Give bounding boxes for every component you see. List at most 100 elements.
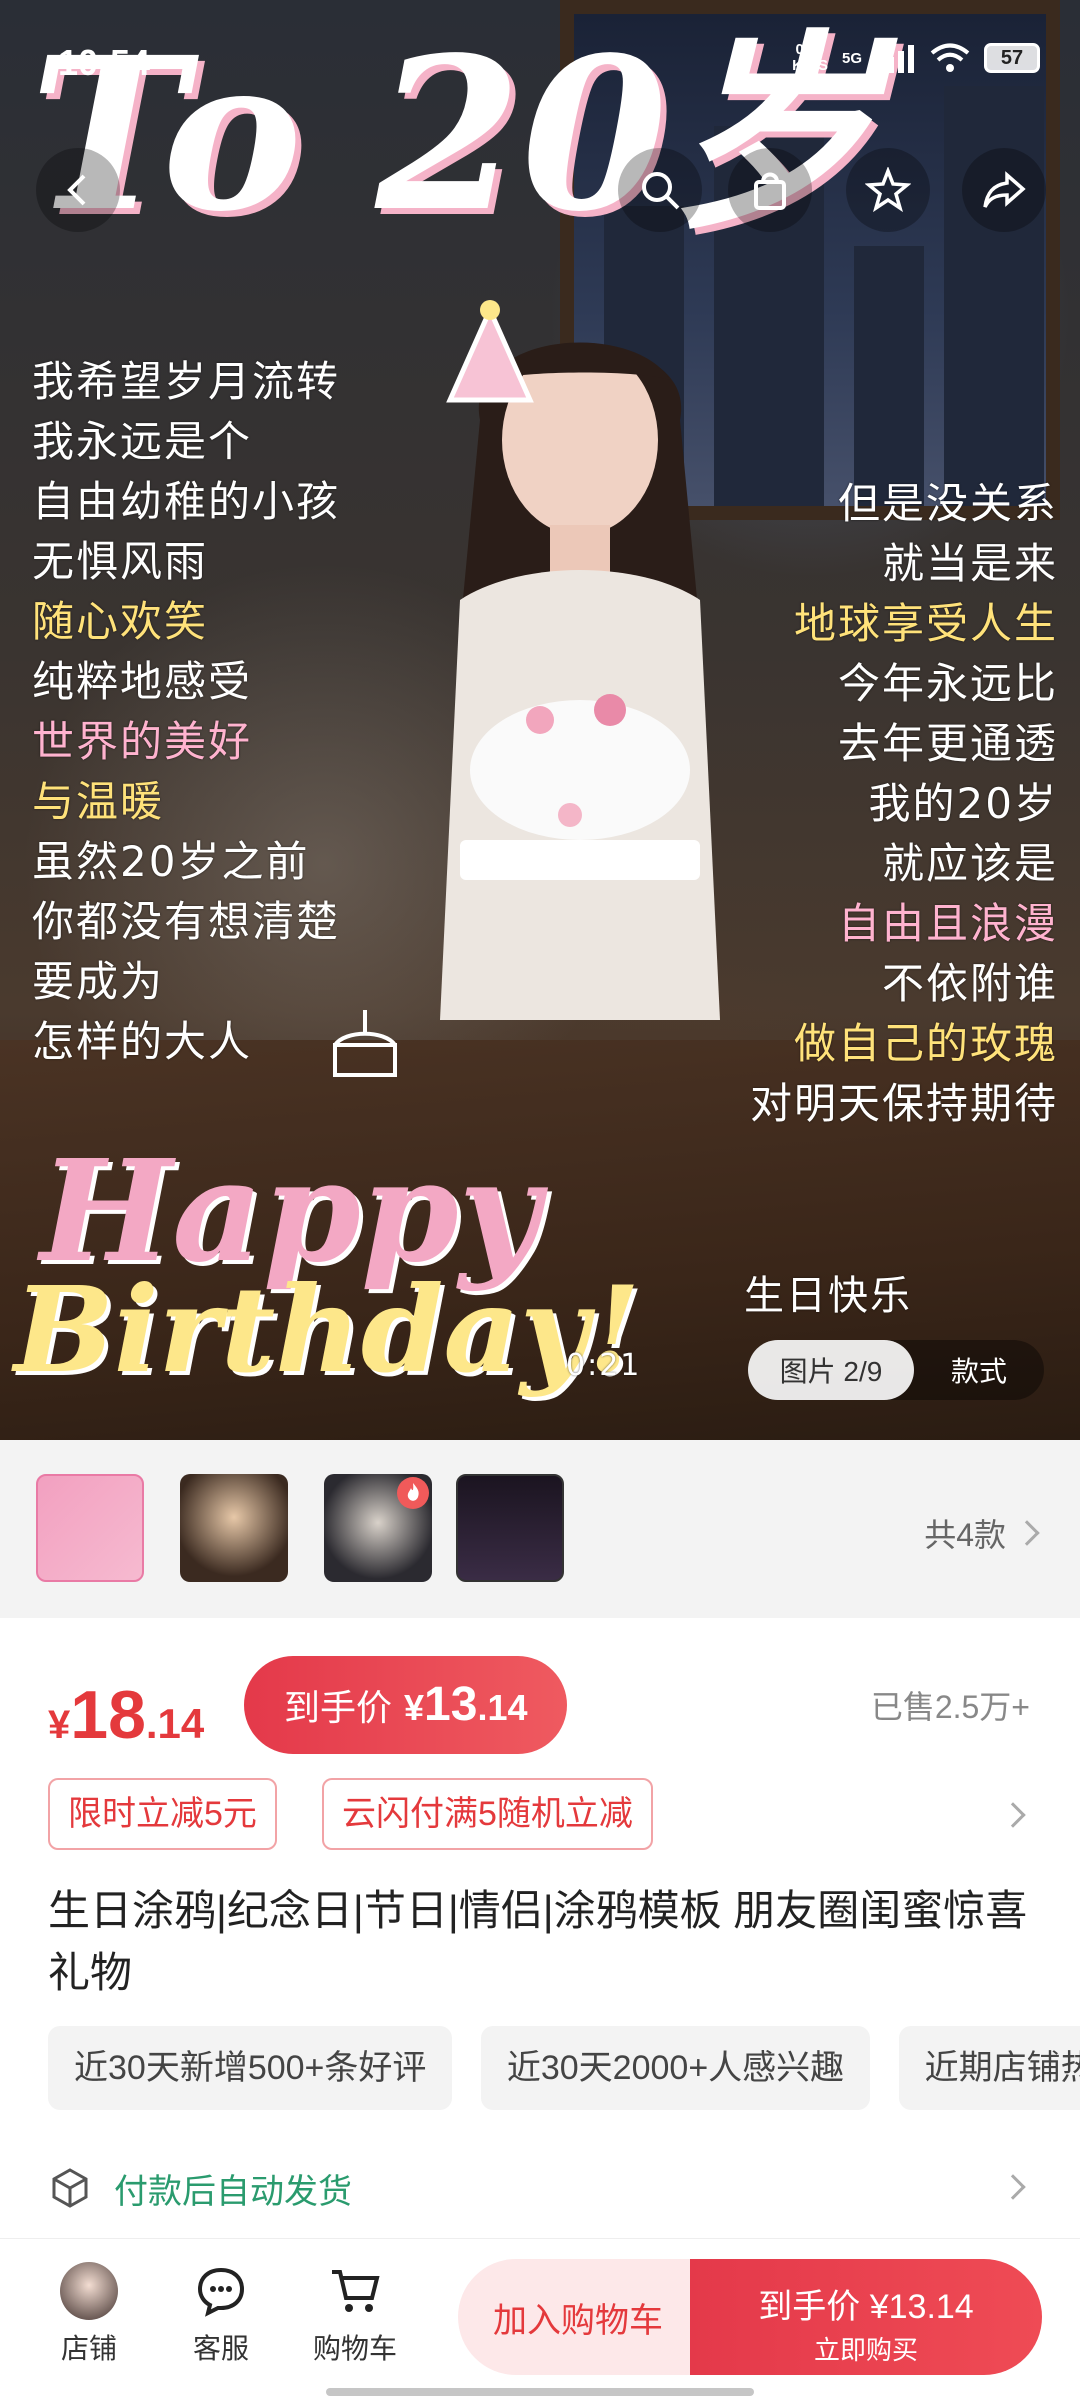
poem-line: 但是没关系 [837, 479, 1058, 528]
store-button[interactable]: 店铺 [34, 2261, 144, 2367]
service-label: 客服 [192, 2333, 249, 2364]
shopping-cart-icon [332, 2270, 380, 2312]
poem-line: 去年更通透 [837, 719, 1058, 768]
variant-count: 共4款 [924, 1517, 1006, 1553]
poem-line: 你都没有想清楚 [32, 897, 341, 946]
tag-item[interactable]: 近30天新增500+条好评 [48, 2026, 453, 2110]
shopping-bag-icon [754, 172, 786, 210]
poem-line: 与温暖 [32, 777, 165, 826]
cake-doodle-icon [333, 1010, 397, 1077]
poem-line: 纯粹地感受 [32, 657, 253, 706]
price: ¥ 18 .14 [48, 1676, 204, 1754]
poem-line: 世界的美好 [32, 717, 253, 766]
chat-bubble-icon [197, 2267, 245, 2317]
network-type: 5G [841, 49, 862, 67]
product-info: ¥ 18 .14 到手价 ¥13.14 已售2.5万+ 限时立减5元 云闪付满5… [0, 1618, 1080, 2238]
battery-icon: 57 [984, 43, 1040, 73]
promo-chevron-icon[interactable] [1000, 1802, 1026, 1828]
wifi-icon [930, 43, 970, 72]
add-to-cart-button[interactable]: 加入购物车 [458, 2259, 698, 2375]
back-button[interactable] [36, 148, 120, 232]
product-title: 生日涂鸦|纪念日|节日|情侣|涂鸦模板 朋友圈闺蜜惊喜礼物 [48, 1887, 1028, 1996]
promo-tag-2[interactable]: 云闪付满5随机立减 [322, 1778, 653, 1850]
variant-thumb-2[interactable] [180, 1474, 288, 1582]
promo-tag-1[interactable]: 限时立减5元 [48, 1778, 277, 1850]
poem-line: 自由且浪漫 [837, 899, 1058, 948]
tag-item[interactable]: 近30天2000+人感兴趣 [480, 2026, 871, 2110]
final-price-integer: 13 [424, 1678, 478, 1731]
hot-badge-icon [397, 1477, 429, 1509]
poem-line: 自由幼稚的小孩 [32, 477, 341, 526]
poem-line: 我的20岁 [868, 779, 1058, 828]
variant-thumb-4[interactable] [456, 1474, 564, 1582]
favorite-button[interactable] [846, 148, 930, 232]
buy-now-price: 到手价 ¥13.14 [758, 2288, 974, 2326]
poem-line: 就当是来 [881, 539, 1058, 588]
poem-left: 我希望岁月流转 我永远是个自由幼稚的小孩 无惧风雨随心欢笑纯粹地感受世界的美好与温暖… [32, 352, 340, 1072]
poem-line: 地球享受人生 [793, 599, 1058, 648]
chevron-left-icon [67, 174, 86, 206]
star-icon [865, 167, 911, 213]
sticker-birthday-text: 生日快乐 [744, 1273, 912, 1319]
search-icon [642, 172, 680, 210]
final-price-amount: ¥13.14 [404, 1656, 527, 1757]
cell-signal-icon [878, 45, 914, 73]
price-currency: ¥ [48, 1703, 71, 1747]
variant-more-button[interactable]: 共4款 [924, 1510, 1040, 1556]
doodle-birthday: Birthday! [14, 1260, 641, 1399]
bottom-action-bar: 店铺 客服 购物车 加入购物车 到手价 ¥13.14 立即购买 [0, 2238, 1080, 2400]
service-button[interactable]: 客服 [166, 2261, 276, 2367]
cart-nav-button[interactable]: 购物车 [300, 2261, 410, 2367]
share-icon [983, 171, 1026, 208]
poem-line: 今年永远比 [837, 659, 1058, 708]
network-speed-unit: KB/S [792, 57, 828, 74]
poem-line: 无惧风雨 [32, 537, 209, 586]
image-counter[interactable]: 图片 2/9 [748, 1340, 914, 1400]
poem-right: 但是没关系就当是来地球享受人生今年永远比去年更通透我的20岁就应该是自由且浪漫不… [750, 474, 1058, 1134]
status-icons: 0.00 KB/S 5G 57 [792, 42, 1040, 74]
network-speed-value: 0.00 [795, 41, 825, 58]
video-time-mark: 0:21 [566, 1348, 642, 1383]
network-speed: 0.00 KB/S [792, 42, 828, 74]
poem-line: 不依附谁 [881, 959, 1058, 1008]
poem-line: 做自己的玫瑰 [793, 1019, 1058, 1068]
share-button[interactable] [962, 148, 1046, 232]
variant-thumb-1[interactable] [36, 1474, 144, 1582]
image-counter-pill[interactable]: 图片 2/9 款式 [748, 1340, 1044, 1400]
party-hat-icon [446, 300, 534, 403]
final-price-label: 到手价 [284, 1687, 393, 1728]
poem-line: 就应该是 [881, 839, 1058, 888]
cart-label: 购物车 [312, 2333, 397, 2364]
tag-item[interactable]: 近期店铺热卖 [898, 2026, 1080, 2110]
poem-line: 虽然20岁之前 [32, 837, 310, 886]
poem-line: 我永远是个 [32, 417, 253, 466]
shipping-row[interactable]: 付款后自动发货 [48, 2158, 1038, 2218]
package-icon [52, 2168, 88, 2208]
store-label: 店铺 [60, 2333, 117, 2364]
buy-now-button[interactable]: 到手价 ¥13.14 立即购买 [690, 2259, 1042, 2375]
shipping-text: 付款后自动发货 [114, 2172, 352, 2211]
status-bar: 10:54 0.00 KB/S 5G 57 [0, 0, 1080, 120]
chevron-right-icon [1014, 1520, 1040, 1546]
style-tab[interactable]: 款式 [914, 1350, 1044, 1390]
poem-line: 怎样的大人 [32, 1017, 253, 1066]
sold-count: 已售2.5万+ [870, 1689, 1030, 1725]
final-price-currency: ¥ [404, 1687, 425, 1728]
price-decimal: .14 [145, 1700, 205, 1747]
variant-thumb-3[interactable] [324, 1474, 432, 1582]
poem-line: 要成为 [32, 957, 165, 1006]
poem-line: 对明天保持期待 [749, 1079, 1058, 1128]
store-avatar [59, 2261, 119, 2321]
search-button[interactable] [618, 148, 702, 232]
price-integer: 18 [70, 1677, 146, 1753]
poem-line: 随心欢笑 [32, 597, 209, 646]
final-price-badge: 到手价 ¥13.14 [244, 1656, 568, 1757]
home-indicator[interactable] [326, 2388, 754, 2396]
status-time: 10:54 [58, 42, 151, 83]
shop-bag-button[interactable] [728, 148, 812, 232]
variant-strip: 共4款 [0, 1440, 1080, 1618]
tag-row: 近30天新增500+条好评 近30天2000+人感兴趣 近期店铺热卖 [48, 2026, 1080, 2112]
final-price-decimal: .14 [477, 1687, 528, 1728]
buy-now-label: 立即购买 [813, 2335, 918, 2365]
poem-line: 我希望岁月流转 [32, 357, 341, 406]
